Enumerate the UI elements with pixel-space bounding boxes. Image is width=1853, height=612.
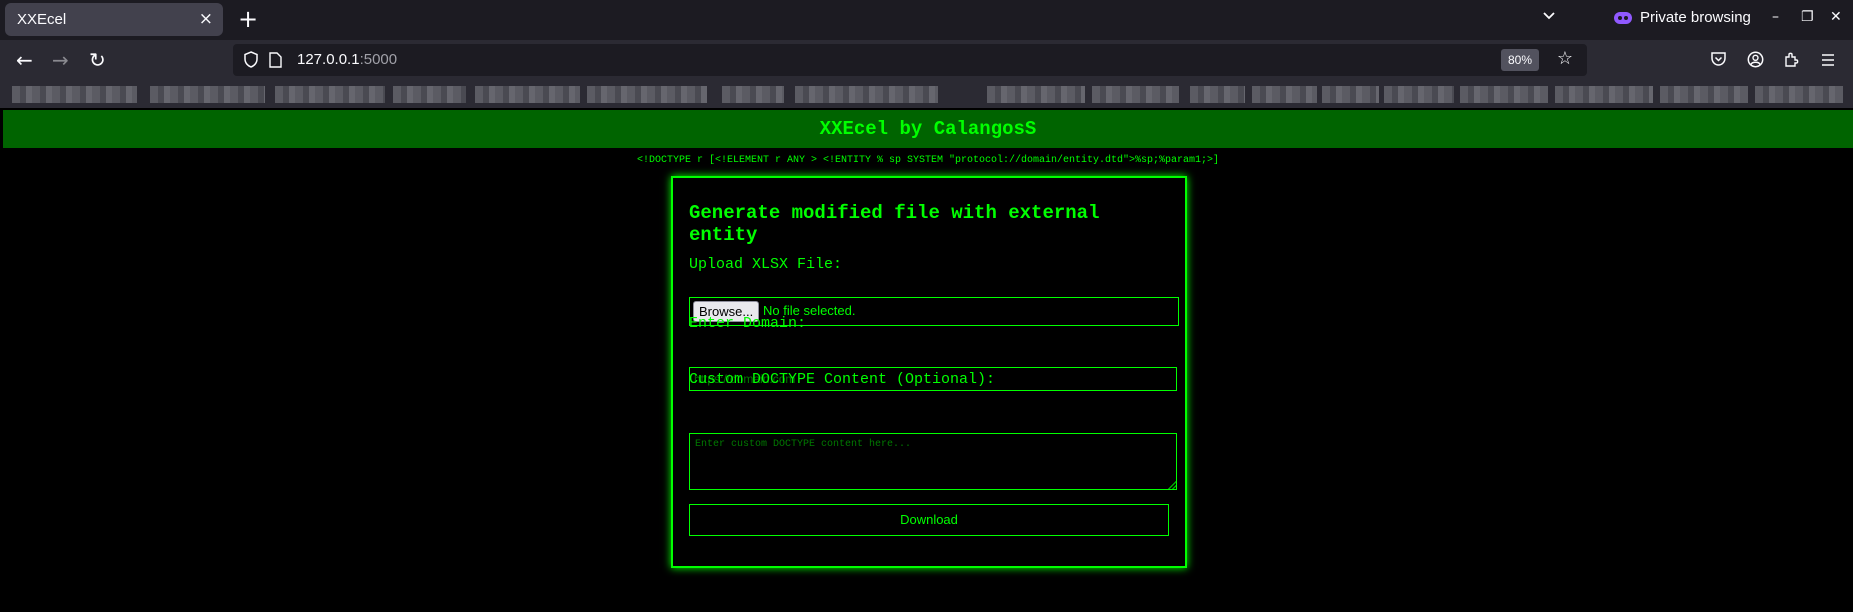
- tab-list-icon[interactable]: [1541, 7, 1557, 27]
- download-button[interactable]: Download: [689, 504, 1169, 536]
- extensions-icon[interactable]: [1783, 51, 1800, 72]
- bookmarks-toolbar: [0, 80, 1853, 108]
- reload-icon[interactable]: ↻: [89, 49, 106, 71]
- bookmark-item[interactable]: [1660, 86, 1748, 103]
- back-icon[interactable]: ←: [16, 49, 33, 71]
- page-header: XXEcel by CalangosS: [3, 110, 1853, 148]
- bookmark-item[interactable]: [1252, 86, 1317, 103]
- bookmark-star-icon[interactable]: ☆: [1557, 48, 1573, 69]
- window-close-icon[interactable]: ✕: [1830, 8, 1842, 26]
- bookmark-item[interactable]: [587, 86, 707, 103]
- private-browsing-indicator: Private browsing: [1614, 9, 1751, 26]
- tab-bar: XXEcel × + Private browsing – ❐ ✕: [0, 0, 1853, 40]
- domain-label: Enter Domain:: [689, 315, 807, 332]
- restore-icon[interactable]: ❐: [1801, 8, 1814, 26]
- url-text[interactable]: 127.0.0.1:5000: [297, 51, 397, 68]
- doctype-example: <!DOCTYPE r [<!ELEMENT r ANY > <!ENTITY …: [636, 155, 1220, 166]
- bookmark-item[interactable]: [393, 86, 466, 103]
- form-heading: Generate modified file with external ent…: [689, 202, 1100, 246]
- url-host: 127.0.0.1: [297, 51, 360, 68]
- bookmark-item[interactable]: [1755, 86, 1843, 103]
- menu-icon[interactable]: [1820, 52, 1836, 71]
- bookmark-item[interactable]: [1460, 86, 1548, 103]
- new-tab-icon[interactable]: +: [238, 6, 258, 32]
- page-content: XXEcel by CalangosS <!DOCTYPE r [<!ELEME…: [3, 108, 1853, 612]
- upload-label: Upload XLSX File:: [689, 256, 843, 273]
- bookmark-item[interactable]: [1555, 86, 1653, 103]
- url-bar[interactable]: 127.0.0.1:5000 80% ☆: [233, 44, 1587, 76]
- bookmark-item[interactable]: [1092, 86, 1179, 103]
- bookmark-item[interactable]: [1322, 86, 1379, 103]
- bookmark-item[interactable]: [150, 86, 265, 103]
- minimize-icon[interactable]: –: [1772, 8, 1779, 26]
- generate-form-panel: Generate modified file with external ent…: [671, 176, 1187, 568]
- bookmark-item[interactable]: [275, 86, 385, 103]
- bookmark-item[interactable]: [722, 86, 784, 103]
- tab-title: XXEcel: [17, 11, 67, 28]
- url-port: :5000: [359, 51, 398, 68]
- zoom-level[interactable]: 80%: [1501, 49, 1539, 71]
- shield-icon[interactable]: [243, 51, 259, 72]
- bookmark-item[interactable]: [1190, 86, 1245, 103]
- forward-icon[interactable]: →: [52, 49, 69, 71]
- resize-grip-icon[interactable]: [1168, 481, 1176, 489]
- bookmark-item[interactable]: [987, 86, 1085, 103]
- tab-close-icon[interactable]: ×: [199, 9, 213, 29]
- doctype-label: Custom DOCTYPE Content (Optional):: [689, 371, 996, 388]
- private-mask-icon: [1614, 11, 1632, 24]
- pocket-icon[interactable]: [1710, 51, 1727, 71]
- bookmark-item[interactable]: [475, 86, 580, 103]
- bookmark-item[interactable]: [1384, 86, 1454, 103]
- bookmark-item[interactable]: [795, 86, 938, 103]
- account-icon[interactable]: [1747, 51, 1764, 72]
- navigation-bar: ← → ↻ 127.0.0.1:5000 80% ☆: [0, 40, 1853, 80]
- browser-tab[interactable]: XXEcel ×: [5, 3, 223, 36]
- private-browsing-label: Private browsing: [1640, 9, 1751, 26]
- page-icon[interactable]: [269, 52, 282, 72]
- doctype-textarea[interactable]: [689, 433, 1177, 490]
- bookmark-item[interactable]: [12, 86, 137, 103]
